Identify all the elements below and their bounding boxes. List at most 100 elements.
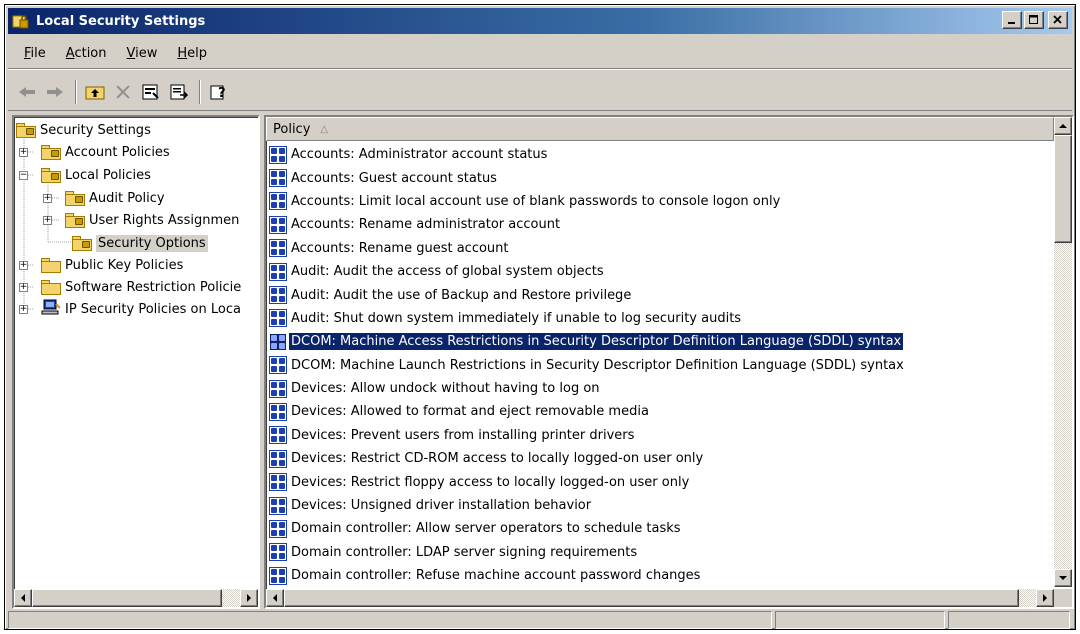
list-hscroll-thumb[interactable] — [284, 589, 1019, 607]
policy-row[interactable]: DCOM: Machine Launch Restrictions in Sec… — [266, 354, 1054, 377]
locked-folder-icon — [41, 167, 61, 183]
folder-icon — [41, 257, 61, 273]
policy-row[interactable]: Accounts: Rename guest account — [266, 237, 1054, 260]
up-one-level-button[interactable] — [82, 79, 108, 105]
locked-folder-icon — [65, 212, 85, 228]
tree-horizontal-scrollbar[interactable] — [14, 589, 258, 607]
back-button[interactable] — [14, 79, 40, 105]
delete-button[interactable] — [110, 79, 136, 105]
list-vertical-scrollbar[interactable] — [1054, 117, 1072, 587]
title-bar[interactable]: Local Security Settings — [8, 8, 1072, 34]
policy-setting-icon — [269, 286, 287, 305]
list-vscroll-thumb[interactable] — [1054, 135, 1072, 243]
tree-item-software-restriction-policies[interactable]: + Software Restriction Policie — [19, 276, 241, 298]
policy-row[interactable]: Devices: Restrict floppy access to local… — [266, 470, 1054, 493]
expand-icon[interactable]: + — [19, 147, 28, 157]
export-list-button[interactable] — [166, 79, 192, 105]
scroll-down-button[interactable] — [1054, 569, 1072, 587]
policy-row[interactable]: Accounts: Guest account status — [266, 166, 1054, 189]
policy-row[interactable]: DCOM: Machine Access Restrictions in Sec… — [266, 330, 1054, 353]
scroll-left-button[interactable] — [14, 589, 32, 607]
policy-setting-icon — [269, 496, 287, 515]
tree-item-security-settings[interactable]: Security Settings — [16, 119, 151, 141]
forward-arrow-icon — [47, 86, 63, 97]
maximize-icon — [1029, 15, 1038, 24]
policy-row[interactable]: Domain controller: Allow server operator… — [266, 517, 1054, 540]
menu-view[interactable]: View — [117, 46, 168, 61]
list-horizontal-scrollbar[interactable] — [266, 589, 1054, 607]
help-button[interactable]: ? — [206, 79, 232, 105]
security-settings-icon — [12, 12, 30, 30]
locked-folder-icon — [72, 235, 92, 251]
policy-row[interactable]: Devices: Allow undock without having to … — [266, 377, 1054, 400]
tree-item-label: Account Policies — [65, 144, 170, 160]
minimize-button[interactable] — [1002, 11, 1022, 29]
policy-row[interactable]: Devices: Prevent users from installing p… — [266, 424, 1054, 447]
menu-view-accel: V — [126, 46, 136, 61]
expand-icon[interactable]: + — [19, 260, 28, 270]
scroll-up-button[interactable] — [1054, 117, 1072, 135]
tree-item-label: IP Security Policies on Loca — [65, 301, 241, 317]
policy-setting-icon — [269, 309, 287, 328]
policy-name: Domain controller: Allow server operator… — [291, 521, 681, 537]
close-button[interactable] — [1048, 11, 1068, 29]
tree-item-user-rights-assignment[interactable]: + User Rights Assignmen — [43, 209, 239, 231]
policy-name: Devices: Restrict CD-ROM access to local… — [291, 451, 704, 467]
column-header-policy[interactable]: Policy △ — [266, 117, 1054, 141]
policy-row[interactable]: Audit: Audit the use of Backup and Resto… — [266, 283, 1054, 306]
policy-name: Accounts: Guest account status — [291, 170, 497, 186]
policy-name: Devices: Unsigned driver installation be… — [291, 498, 592, 514]
export-list-icon — [170, 84, 189, 99]
policy-row[interactable]: Audit: Audit the access of global system… — [266, 260, 1054, 283]
properties-icon — [142, 84, 159, 99]
sort-ascending-icon: △ — [320, 123, 329, 135]
scroll-right-button[interactable] — [240, 589, 258, 607]
policy-row[interactable]: Devices: Restrict CD-ROM access to local… — [266, 447, 1054, 470]
tree-item-account-policies[interactable]: + Account Policies — [19, 141, 170, 163]
policy-row[interactable]: Accounts: Limit local account use of bla… — [266, 190, 1054, 213]
expand-icon[interactable]: + — [19, 282, 28, 292]
policy-row[interactable]: Domain controller: Refuse machine accoun… — [266, 564, 1054, 587]
delete-x-icon — [116, 84, 130, 99]
policy-setting-icon — [269, 449, 287, 468]
expand-icon[interactable]: + — [43, 193, 52, 203]
properties-button[interactable] — [138, 79, 164, 105]
menu-bar: File Action View Help — [8, 39, 1072, 69]
policy-setting-icon — [269, 566, 287, 585]
scroll-right-button[interactable] — [1036, 589, 1054, 607]
scroll-left-button[interactable] — [266, 589, 284, 607]
toolbar-separator — [199, 79, 201, 104]
tree-item-local-policies[interactable]: − Local Policies — [19, 164, 151, 186]
tree-item-label: Software Restriction Policie — [65, 279, 242, 295]
menu-file[interactable]: File — [14, 46, 56, 61]
expand-icon[interactable]: + — [43, 215, 52, 225]
tree-pane[interactable]: Security Settings + Account Policies − L… — [12, 115, 260, 609]
policy-row[interactable]: Audit: Shut down system immediately if u… — [266, 307, 1054, 330]
policy-name: Devices: Restrict floppy access to local… — [291, 474, 690, 490]
expand-icon[interactable]: + — [19, 304, 28, 314]
menu-action-label: ction — [74, 46, 107, 61]
status-bar — [8, 611, 1072, 629]
policy-name: Accounts: Administrator account status — [291, 147, 548, 163]
policy-setting-icon — [269, 426, 287, 445]
policy-row[interactable]: Devices: Unsigned driver installation be… — [266, 494, 1054, 517]
maximize-button[interactable] — [1024, 11, 1044, 29]
menu-help[interactable]: Help — [167, 46, 217, 61]
tree-item-security-options[interactable]: Security Options — [72, 232, 208, 254]
forward-button[interactable] — [42, 79, 68, 105]
policy-row[interactable]: Accounts: Rename administrator account — [266, 213, 1054, 236]
policy-setting-icon — [269, 192, 287, 211]
tree-item-ip-security-policies[interactable]: + IP Security Policies on Loca — [19, 298, 241, 320]
policy-list-pane[interactable]: Policy △ Accounts: Administrator account… — [264, 115, 1074, 609]
policy-row[interactable]: Devices: Allowed to format and eject rem… — [266, 400, 1054, 423]
policy-row[interactable]: Domain controller: LDAP server signing r… — [266, 541, 1054, 564]
policy-row[interactable]: Accounts: Administrator account status — [266, 143, 1054, 166]
tree-item-audit-policy[interactable]: + Audit Policy — [43, 187, 165, 209]
policy-name: Devices: Allowed to format and eject rem… — [291, 404, 649, 420]
menu-help-label: elp — [187, 46, 208, 61]
menu-action[interactable]: Action — [56, 46, 117, 61]
toolbar: ? — [8, 73, 1072, 111]
tree-item-public-key-policies[interactable]: + Public Key Policies — [19, 254, 183, 276]
tree-hscroll-thumb[interactable] — [32, 589, 222, 607]
collapse-icon[interactable]: − — [19, 170, 28, 180]
